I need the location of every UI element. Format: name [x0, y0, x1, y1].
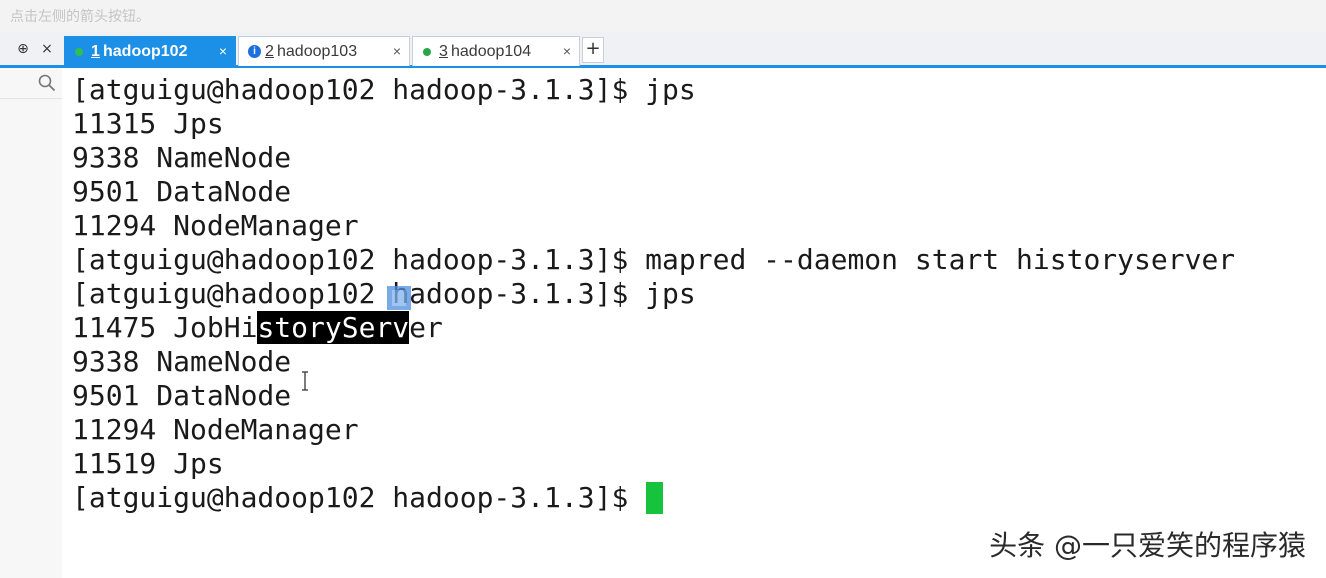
search-icon[interactable]: [38, 74, 56, 92]
tab-hadoop103[interactable]: i 2 hadoop103 ×: [238, 36, 410, 66]
tab-bar: ⊕ × 1 hadoop102 × i 2 hadoop103 × 3 hado…: [0, 32, 1326, 68]
pin-icon[interactable]: ⊕: [14, 39, 32, 59]
terminal-line: [atguigu@hadoop102 hadoop-3.1.3]$ jps: [72, 73, 696, 106]
terminal-line: 11519 Jps: [72, 447, 224, 480]
session-sidebar: [0, 68, 63, 578]
sidebar-divider: [0, 98, 62, 99]
close-icon[interactable]: ×: [38, 39, 56, 59]
terminal-line: 11294 NodeManager: [72, 209, 359, 242]
text-cursor-icon: [302, 371, 308, 391]
terminal-line: 11294 NodeManager: [72, 413, 359, 446]
terminal-line: [atguigu@hadoop102 hadoop-3.1.3]$: [72, 481, 646, 514]
tab-close-icon[interactable]: ×: [219, 43, 227, 59]
line-text-after-selection: er: [409, 311, 443, 344]
line-text-before-selection: 11475 JobHi: [72, 311, 258, 344]
info-icon: i: [248, 45, 261, 58]
tab-number: 1: [91, 43, 100, 60]
tab-close-icon[interactable]: ×: [563, 43, 571, 59]
hint-text: 点击左侧的箭头按钮。: [10, 9, 150, 25]
terminal-output[interactable]: [atguigu@hadoop102 hadoop-3.1.3]$ jps 11…: [62, 68, 1326, 578]
tab-hadoop102[interactable]: 1 hadoop102 ×: [64, 36, 236, 66]
drag-selection-icon: [387, 286, 411, 310]
terminal-line: 9338 NameNode: [72, 141, 292, 174]
terminal-line-selected: 11475 JobHistoryServer: [72, 311, 443, 345]
tab-label: hadoop103: [277, 43, 358, 60]
terminal-line: 9338 NameNode: [72, 345, 292, 378]
tab-number: 2: [265, 43, 274, 60]
terminal-cursor: [646, 482, 663, 514]
text-selection: storyServ: [257, 311, 410, 344]
terminal-line: [atguigu@hadoop102 hadoop-3.1.3]$ mapred…: [72, 243, 1236, 276]
terminal-line: 11315 Jps: [72, 107, 224, 140]
terminal-line: [atguigu@hadoop102 hadoop-3.1.3]$ jps: [72, 277, 696, 310]
tab-number: 3: [439, 43, 448, 60]
connected-status-icon: [423, 48, 431, 56]
tab-close-icon[interactable]: ×: [393, 43, 401, 59]
watermark: 头条 @一只爱笑的程序猿: [989, 529, 1306, 562]
tab-hadoop104[interactable]: 3 hadoop104 ×: [412, 36, 580, 66]
connected-status-icon: [75, 48, 83, 56]
add-tab-button[interactable]: +: [582, 37, 604, 63]
hint-bar: 点击左侧的箭头按钮。: [0, 0, 1326, 33]
terminal-line: 9501 DataNode: [72, 379, 292, 412]
tab-label: hadoop104: [451, 43, 532, 60]
tab-label: hadoop102: [103, 43, 188, 60]
terminal-app-window: 点击左侧的箭头按钮。 ⊕ × 1 hadoop102 × i 2 hadoop1…: [0, 0, 1326, 578]
terminal-line: 9501 DataNode: [72, 175, 292, 208]
